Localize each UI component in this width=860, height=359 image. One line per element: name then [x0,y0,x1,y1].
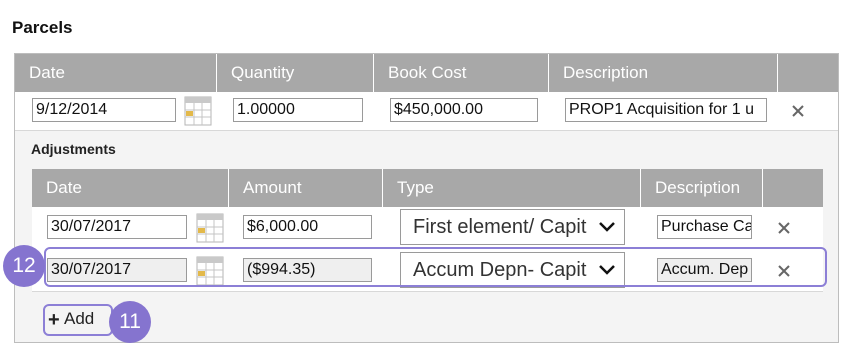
adj-header-date: Date [32,169,229,207]
adjustments-table-header: Date Amount Type Description [32,169,823,207]
parcel-date-field[interactable]: 9/12/2014 [32,98,176,122]
adjustment-type-value: First element/ Capit [413,216,587,238]
adjustment-date-field[interactable]: 30/07/2017 [47,215,187,239]
adjustment-description-field[interactable]: Purchase Ca [657,215,752,239]
parcel-quantity-field[interactable]: 1.00000 [233,98,363,122]
calendar-icon[interactable] [196,213,224,243]
parcel-book-cost-field[interactable]: $450,000.00 [390,98,538,122]
header-book-cost: Book Cost [374,54,549,92]
adj-header-description: Description [641,169,763,207]
callout-badge-add: 11 [109,301,151,343]
adj-header-amount: Amount [229,169,383,207]
header-date: Date [15,54,217,92]
row-highlight [44,247,827,287]
calendar-icon[interactable] [184,96,212,126]
callout-badge-row: 12 [3,245,45,287]
close-icon[interactable] [777,221,791,235]
parcel-description-field[interactable]: PROP1 Acquisition for 1 u [565,98,767,122]
adjustments-title: Adjustments [31,141,116,157]
add-button-highlight [43,304,113,336]
adjustment-type-select[interactable]: First element/ Capit [400,209,625,245]
header-quantity: Quantity [217,54,374,92]
parcel-table-header: Date Quantity Book Cost Description [15,54,838,92]
header-description: Description [549,54,778,92]
close-icon[interactable] [791,104,805,118]
section-title: Parcels [12,18,73,37]
adjustment-amount-field[interactable]: $6,000.00 [243,215,372,239]
chevron-down-icon [599,222,615,232]
adj-header-type: Type [383,169,641,207]
